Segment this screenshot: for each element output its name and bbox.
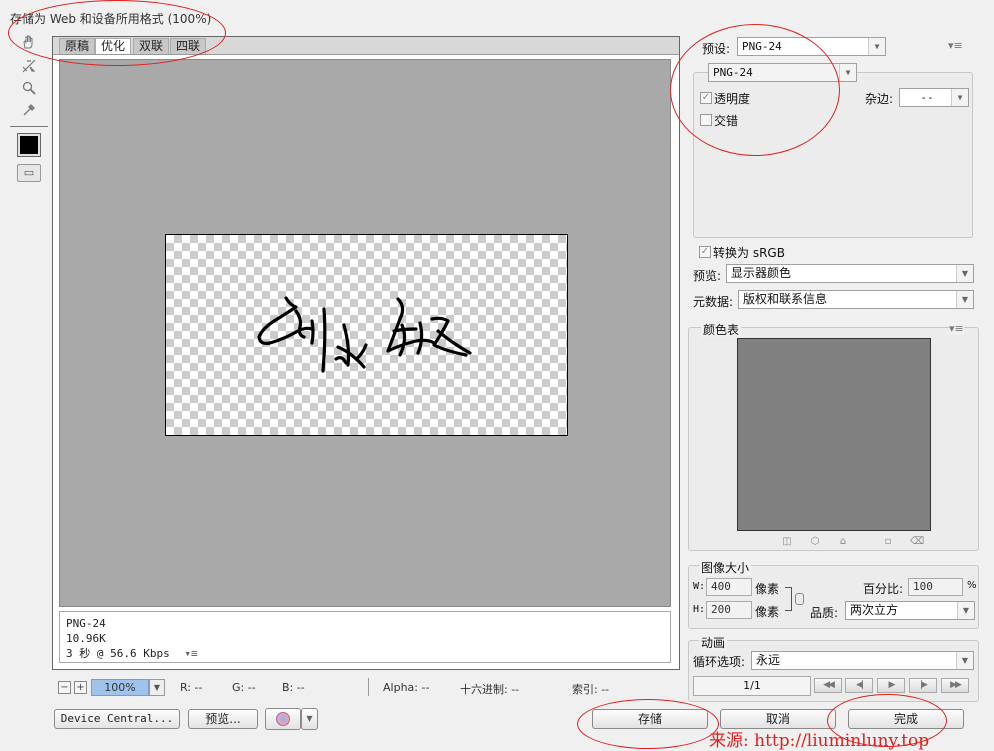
tool-divider <box>10 126 48 127</box>
zoom-level-field[interactable]: 100% <box>91 679 149 696</box>
matte-value: -- <box>920 91 934 104</box>
frame-counter: 1/1 <box>693 676 811 696</box>
chevron-down-icon: ▼ <box>839 64 856 81</box>
signature-image <box>257 296 472 373</box>
previous-frame-icon[interactable]: ◀| <box>845 678 873 693</box>
convert-srgb-checkbox[interactable]: ✓ <box>699 246 711 258</box>
color-table-menu-icon[interactable]: ▾≡ <box>949 322 964 335</box>
trash-icon[interactable]: ⌫ <box>910 536 924 548</box>
color-table-title: 颜色表 <box>701 321 742 338</box>
animation-title: 动画 <box>699 634 728 651</box>
loop-label: 循环选项: <box>693 655 746 669</box>
lock-icon[interactable]: ⌂ <box>837 536 849 548</box>
info-menu-icon[interactable]: ▾≡ <box>184 647 197 660</box>
cube-icon[interactable]: ⬡ <box>809 536 821 548</box>
optimized-image <box>165 234 568 436</box>
chevron-down-icon: ▼ <box>951 89 968 106</box>
annotation-ellipse-title <box>8 0 226 66</box>
constrain-bracket <box>785 587 792 611</box>
red-value: R: -- <box>180 681 203 694</box>
metadata-value: 版权和联系信息 <box>743 292 828 306</box>
next-frame-icon[interactable]: |▶ <box>909 678 937 693</box>
image-preview-area[interactable] <box>59 59 671 607</box>
optimization-info: PNG-24 10.96K 3 秒 @ 56.6 Kbps ▾≡ <box>59 611 671 663</box>
height-label: H: <box>693 604 706 615</box>
percent-sign: % <box>967 580 977 591</box>
eyedropper-icon[interactable] <box>19 102 39 122</box>
play-icon[interactable]: ▶ <box>877 678 905 693</box>
slice-select-icon[interactable] <box>19 58 39 78</box>
color-table-panel: 颜色表 ▾≡ ◫ ⬡ ⌂ ▫ ⌫ <box>688 321 979 551</box>
convert-srgb-label: 转换为 sRGB <box>713 246 785 260</box>
info-file-size: 10.96K <box>66 632 106 645</box>
zoom-in-button[interactable]: + <box>74 681 87 694</box>
height-field[interactable]: 200 <box>706 601 752 619</box>
chevron-down-icon: ▼ <box>956 652 973 669</box>
width-label: W: <box>693 581 706 592</box>
info-download-time: 3 秒 @ 56.6 Kbps <box>66 647 170 660</box>
metadata-label: 元数据: <box>693 295 734 309</box>
quality-label: 品质: <box>810 606 839 620</box>
preview-panel: 原稿 优化 双联 四联 PNG-24 10.96K 3 秒 @ 56.6 Kbp… <box>52 36 680 670</box>
preview-button[interactable]: 预览... <box>188 709 258 729</box>
loop-select[interactable]: 永远 ▼ <box>751 651 974 670</box>
chain-link-icon[interactable] <box>795 593 804 605</box>
new-color-icon[interactable]: ▫ <box>882 536 894 548</box>
zoom-dropdown-arrow[interactable]: ▼ <box>149 679 165 696</box>
loop-value: 永远 <box>756 653 781 667</box>
chevron-down-icon: ▼ <box>868 38 885 55</box>
zoom-icon[interactable] <box>19 80 39 100</box>
info-format: PNG-24 <box>66 617 106 630</box>
width-field[interactable]: 400 <box>706 578 752 596</box>
toggle-slices-visibility-button[interactable]: ▭ <box>17 164 41 182</box>
chevron-down-icon: ▼ <box>956 265 973 282</box>
hex-value: 十六进制: -- <box>460 683 520 696</box>
color-table-swatches[interactable] <box>737 338 931 531</box>
height-unit: 像素 <box>755 605 780 619</box>
width-unit: 像素 <box>755 582 780 596</box>
matte-label: 杂边: <box>865 92 894 106</box>
percent-label: 百分比: <box>863 582 904 596</box>
quality-value: 两次立方 <box>850 603 899 617</box>
blue-value: B: -- <box>282 681 305 694</box>
eyedropper-color-swatch[interactable] <box>17 133 41 157</box>
status-divider <box>368 678 369 696</box>
browser-preview-button[interactable] <box>265 708 301 730</box>
annotation-ellipse-save <box>577 699 719 749</box>
matte-select[interactable]: -- ▼ <box>899 88 969 107</box>
browser-select-arrow[interactable]: ▼ <box>301 708 318 730</box>
quality-select[interactable]: 两次立方 ▼ <box>845 601 975 620</box>
index-value: 索引: -- <box>572 683 610 696</box>
chevron-down-icon: ▼ <box>956 291 973 308</box>
tool-palette: ▭ <box>10 34 48 224</box>
last-frame-icon[interactable]: ▶▶ <box>941 678 969 693</box>
green-value: G: -- <box>232 681 256 694</box>
source-watermark: 来源: http://liuminluny.top <box>709 731 930 751</box>
alpha-value: Alpha: -- <box>383 681 430 694</box>
chevron-down-icon: ▼ <box>957 602 974 619</box>
image-size-title: 图像大小 <box>699 559 752 576</box>
preview-mode-select[interactable]: 显示器颜色 ▼ <box>726 264 974 283</box>
optimize-menu-icon[interactable]: ▾≡ <box>948 39 963 52</box>
browser-icon <box>276 712 290 726</box>
web-snap-icon[interactable]: ◫ <box>781 536 793 548</box>
preview-mode-value: 显示器颜色 <box>731 266 792 280</box>
zoom-out-button[interactable]: − <box>58 681 71 694</box>
preview-mode-label: 预览: <box>693 269 722 283</box>
percent-field[interactable]: 100 <box>908 578 963 596</box>
first-frame-icon[interactable]: ◀◀ <box>814 678 842 693</box>
save-for-web-dialog: { "window": { "title": "存储为 Web 和设备所用格式 … <box>0 0 994 751</box>
status-bar: − + 100% ▼ R: -- G: -- B: -- Alpha: -- 十… <box>52 678 680 698</box>
image-size-panel: 图像大小 W: 400 像素 H: 200 像素 百分比: 100 % 品质: … <box>688 559 979 629</box>
animation-panel: 动画 循环选项: 永远 ▼ 1/1 ◀◀ ◀| ▶ |▶ ▶▶ <box>688 634 979 702</box>
annotation-ellipse-format <box>670 24 840 156</box>
metadata-select[interactable]: 版权和联系信息 ▼ <box>738 290 974 309</box>
device-central-button[interactable]: Device Central... <box>54 709 180 729</box>
